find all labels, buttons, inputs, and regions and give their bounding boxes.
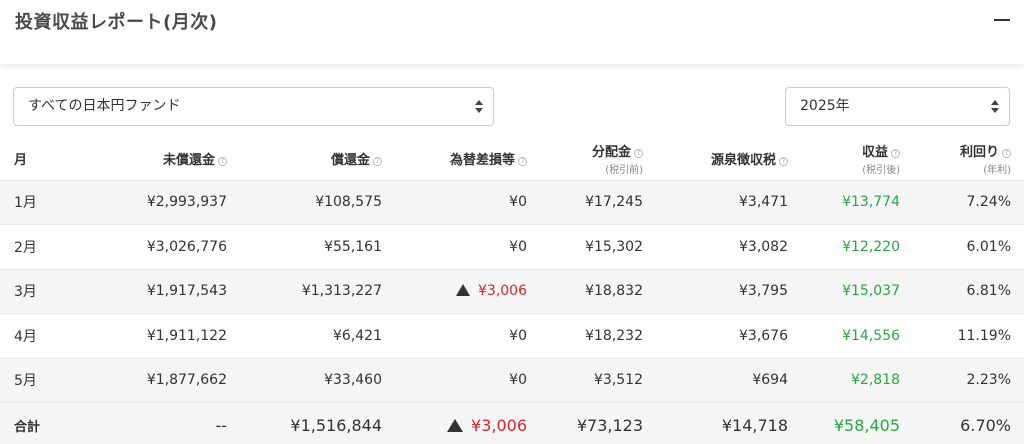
cell-month: 合計 — [0, 402, 92, 444]
fund-select[interactable]: すべての日本円ファンド — [13, 87, 494, 126]
table-row: 3月 ¥1,917,543 ¥1,313,227 ¥3,006 ¥18,832 ¥3,79… — [0, 268, 1024, 314]
cell-month: 3月 — [0, 268, 92, 314]
cell-fx-loss: ¥0 — [395, 179, 540, 225]
cell-distribution: ¥17,245 — [540, 179, 656, 225]
cell-month: 1月 — [0, 179, 92, 225]
cell-distribution: ¥73,123 — [540, 402, 656, 444]
info-icon[interactable]: ? — [373, 157, 382, 167]
cell-distribution: ¥15,302 — [540, 224, 656, 269]
cell-fx-loss: ¥0 — [395, 224, 540, 269]
loss-triangle-icon — [456, 284, 470, 297]
cell-redemption: ¥1,516,844 — [240, 402, 395, 444]
header-profit: 収益? (税引後) — [801, 136, 913, 180]
header-label: 収益 — [861, 145, 888, 161]
cell-profit: ¥2,818 — [801, 357, 913, 403]
cell-withholding: ¥3,082 — [656, 224, 801, 269]
loss-triangle-icon — [447, 419, 464, 433]
header-label: 為替差損等 — [449, 153, 515, 169]
info-icon[interactable]: ? — [634, 149, 643, 159]
cell-fx-loss: ¥0 — [395, 313, 540, 358]
info-icon[interactable]: ? — [891, 149, 900, 159]
header-fx-loss: 為替差損等? — [395, 136, 540, 180]
select-arrows-icon — [475, 100, 483, 113]
header-label: 未償還金 — [162, 153, 215, 169]
cell-withholding: ¥3,471 — [656, 179, 801, 225]
cell-yield: 7.24% — [913, 179, 1024, 225]
info-icon[interactable]: ? — [518, 157, 527, 167]
cell-month: 2月 — [0, 224, 92, 269]
cell-unredeemed: ¥2,993,937 — [92, 179, 240, 225]
cell-redemption: ¥1,313,227 — [240, 268, 395, 314]
cell-yield: 6.70% — [913, 402, 1024, 444]
cell-profit: ¥15,037 — [801, 268, 913, 314]
year-select-value: 2025年 — [800, 98, 850, 114]
cell-profit: ¥12,220 — [801, 224, 913, 269]
header-redemption: 償還金? — [240, 136, 395, 180]
cell-redemption: ¥6,421 — [240, 313, 395, 358]
cell-redemption: ¥55,161 — [240, 224, 395, 269]
cell-unredeemed: ¥1,917,543 — [92, 268, 240, 314]
cell-distribution: ¥18,232 — [540, 313, 656, 358]
cell-withholding: ¥14,718 — [656, 402, 801, 444]
cell-yield: 2.23% — [913, 357, 1024, 403]
header-sublabel: (年利) — [983, 165, 1011, 177]
cell-profit: ¥13,774 — [801, 179, 913, 225]
table-row: 4月 ¥1,911,122 ¥6,421 ¥0 ¥18,232 ¥3,676 ¥14,556… — [0, 313, 1024, 358]
header-label: 償還金 — [330, 153, 370, 169]
report-header: 投資収益レポート(月次) — [0, 0, 1024, 64]
table-total-row: 合計 -- ¥1,516,844 ¥3,006 ¥73,123 ¥14,718 ¥58,40… — [0, 402, 1024, 444]
cell-distribution: ¥3,512 — [540, 357, 656, 403]
info-icon[interactable]: ? — [1002, 149, 1011, 159]
year-select[interactable]: 2025年 — [785, 87, 1010, 126]
table-row: 1月 ¥2,993,937 ¥108,575 ¥0 ¥17,245 ¥3,471 ¥13,7… — [0, 179, 1024, 225]
header-withholding: 源泉徴収税? — [656, 136, 801, 180]
cell-unredeemed: -- — [92, 402, 240, 444]
cell-unredeemed: ¥3,026,776 — [92, 224, 240, 269]
cell-fx-loss: ¥3,006 — [395, 402, 540, 444]
cell-withholding: ¥694 — [656, 357, 801, 403]
header-sublabel: (税引前) — [605, 165, 643, 177]
info-icon[interactable]: ? — [218, 157, 227, 167]
table-header-row: 月未償還金? 償還金? 為替差損等? 分配金? (税引前) 源泉徴収税? 収益? (税引後) 利… — [0, 136, 1024, 180]
cell-withholding: ¥3,676 — [656, 313, 801, 358]
fx-loss-value: ¥3,006 — [478, 283, 527, 300]
info-icon[interactable]: ? — [779, 157, 788, 167]
table-body: 1月 ¥2,993,937 ¥108,575 ¥0 ¥17,245 ¥3,471 ¥13,7… — [0, 179, 1024, 444]
minus-icon[interactable] — [994, 19, 1010, 21]
cell-month: 5月 — [0, 357, 92, 403]
header-month: 月 — [0, 136, 92, 180]
cell-fx-loss: ¥3,006 — [395, 268, 540, 314]
cell-distribution: ¥18,832 — [540, 268, 656, 314]
cell-yield: 11.19% — [913, 313, 1024, 358]
monthly-report-table: 月未償還金? 償還金? 為替差損等? 分配金? (税引前) 源泉徴収税? 収益? (税引後) 利… — [0, 136, 1024, 444]
table-row: 2月 ¥3,026,776 ¥55,161 ¥0 ¥15,302 ¥3,082 ¥12,22… — [0, 224, 1024, 269]
header-unredeemed: 未償還金? — [92, 136, 240, 180]
header-label: 利回り — [959, 145, 999, 161]
table-row: 5月 ¥1,877,662 ¥33,460 ¥0 ¥3,512 ¥694 ¥2,818 2.2… — [0, 357, 1024, 403]
fund-select-value: すべての日本円ファンド — [28, 98, 181, 114]
header-yield: 利回り? (年利) — [913, 136, 1024, 180]
cell-redemption: ¥108,575 — [240, 179, 395, 225]
select-arrows-icon — [991, 100, 999, 113]
header-label: 源泉徴収税 — [710, 153, 776, 169]
header-sublabel: (税引後) — [862, 165, 900, 177]
fx-loss-value: ¥3,006 — [471, 416, 527, 436]
cell-redemption: ¥33,460 — [240, 357, 395, 403]
cell-withholding: ¥3,795 — [656, 268, 801, 314]
cell-yield: 6.01% — [913, 224, 1024, 269]
cell-unredeemed: ¥1,877,662 — [92, 357, 240, 403]
cell-profit: ¥14,556 — [801, 313, 913, 358]
header-distribution: 分配金? (税引前) — [540, 136, 656, 180]
header-label: 月 — [14, 153, 28, 169]
cell-yield: 6.81% — [913, 268, 1024, 314]
page-title: 投資収益レポート(月次) — [15, 12, 218, 33]
cell-unredeemed: ¥1,911,122 — [92, 313, 240, 358]
cell-profit: ¥58,405 — [801, 402, 913, 444]
cell-fx-loss: ¥0 — [395, 357, 540, 403]
cell-month: 4月 — [0, 313, 92, 358]
header-label: 分配金 — [591, 145, 631, 161]
